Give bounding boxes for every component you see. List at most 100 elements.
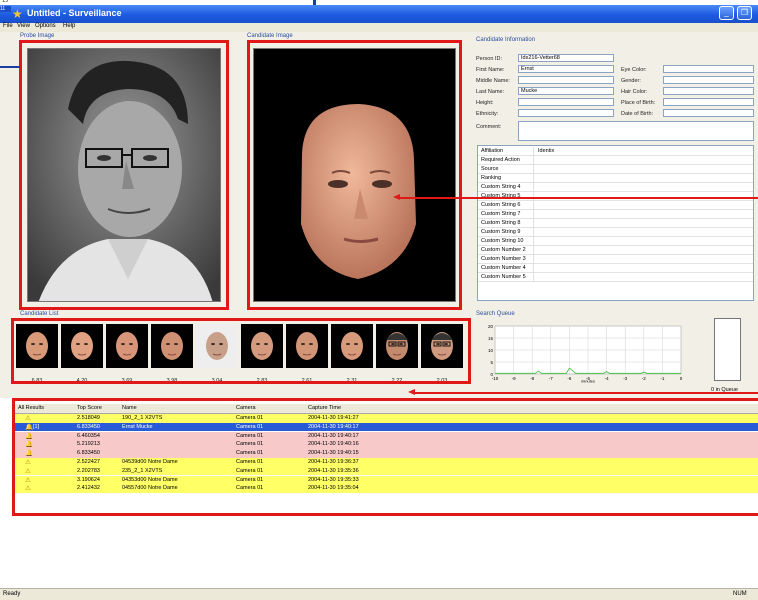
result-row[interactable]: 🔔 5.219213 Camera 01 2004-11-30 19:40:16 <box>14 440 758 449</box>
candidate-thumbnail[interactable] <box>286 324 328 368</box>
result-row[interactable]: 🔔 6.833450 Camera 01 2004-11-30 19:40:15 <box>14 449 758 458</box>
attribute-key: Source <box>481 166 499 172</box>
column-header-all-results[interactable]: All Results <box>18 405 44 411</box>
result-row[interactable]: ⚠ 2.522427 04539d00 Notre Dame Camera 01 200… <box>14 458 758 467</box>
attribute-row[interactable]: Custom String 7 <box>478 210 753 219</box>
result-camera: Camera 01 <box>236 450 264 457</box>
attribute-row[interactable]: Custom String 6 <box>478 201 753 210</box>
result-row[interactable]: ⚠ 2.412432 04557d00 Notre Dame Camera 01 200… <box>14 484 758 493</box>
last-name-field[interactable]: Mucke <box>518 87 614 95</box>
menu-view[interactable]: View <box>17 23 30 29</box>
result-capture-time: 2004-11-30 19:40:17 <box>308 432 359 439</box>
candidate-thumbnail[interactable] <box>376 324 418 368</box>
attribute-key: Ranking <box>481 175 502 181</box>
gender-field[interactable] <box>663 76 754 84</box>
x-tick-label: -9 <box>512 376 516 381</box>
place-of-birth-field[interactable] <box>663 98 754 106</box>
menu-help[interactable]: Help <box>63 23 75 29</box>
attribute-row[interactable]: Affiliation Identix <box>478 147 753 156</box>
candidate-thumbnail[interactable] <box>61 324 103 368</box>
result-name: 04353d00 Notre Dame <box>122 476 178 483</box>
attribute-row[interactable]: Custom Number 3 <box>478 255 753 264</box>
candidate-score: 3.04 <box>211 378 223 384</box>
warning-icon: ⚠ <box>25 459 31 466</box>
eye-color-field[interactable] <box>663 65 754 73</box>
attribute-row[interactable]: Custom Number 2 <box>478 246 753 255</box>
y-tick-label: 20 <box>488 324 494 329</box>
attribute-row[interactable]: Custom Number 5 <box>478 273 753 282</box>
result-score: 5.219213 <box>77 441 100 448</box>
result-row[interactable]: ⚠ 3.190624 04353d00 Notre Dame Camera 01 200… <box>14 475 758 485</box>
num-lock-indicator: NUM <box>733 591 747 597</box>
candidate-image-title: Candidate Image <box>247 33 293 39</box>
hair-color-field[interactable] <box>663 87 754 95</box>
result-row[interactable]: ⚠ 2.518049 190_2_1 X2VTS Camera 01 2004-11-3… <box>14 414 758 423</box>
alarm-bell-icon: 🔔 <box>25 423 34 431</box>
attribute-row[interactable]: Source <box>478 165 753 174</box>
hair-color-label: Hair Color: <box>621 89 648 95</box>
attribute-key: Affiliation <box>481 148 504 154</box>
attribute-row[interactable]: Custom String 8 <box>478 219 753 228</box>
date-of-birth-label: Date of Birth: <box>621 111 654 117</box>
candidate-score: 2.83 <box>256 378 268 384</box>
alarm-bell-icon: 🔔 <box>25 432 34 440</box>
result-row[interactable]: 🔔 6.460354 Camera 01 2004-11-30 19:40:17 <box>14 431 758 441</box>
probe-image <box>27 48 221 302</box>
restore-button[interactable]: ❐ <box>737 6 752 20</box>
attribute-key: Custom String 8 <box>481 220 521 226</box>
x-tick-label: -4 <box>605 376 609 381</box>
attribute-key: Required Action <box>481 157 520 163</box>
x-tick-label: -2 <box>642 376 646 381</box>
candidate-thumbnail[interactable] <box>421 324 463 368</box>
menu-options[interactable]: Options <box>35 23 56 29</box>
result-name: 04557d00 Notre Dame <box>122 485 178 492</box>
result-camera: Camera 01 <box>236 476 264 483</box>
column-header-camera[interactable]: Camera <box>236 405 256 411</box>
alarm-bell-icon: 🔔 <box>25 450 34 458</box>
comment-field[interactable] <box>518 121 754 141</box>
attribute-row[interactable]: Custom String 10 <box>478 237 753 246</box>
first-name-field[interactable]: Ernst <box>518 65 614 73</box>
candidate-thumbnail[interactable] <box>331 324 373 368</box>
column-header-top-score[interactable]: Top Score <box>77 405 102 411</box>
result-id: [1] <box>33 423 40 430</box>
queue-indicator <box>714 318 741 381</box>
result-capture-time: 2004-11-30 19:40:16 <box>308 441 359 448</box>
candidate-thumbnail[interactable] <box>241 324 283 368</box>
candidate-thumbnail[interactable] <box>16 324 58 368</box>
attribute-row[interactable]: Ranking <box>478 174 753 183</box>
ethnicity-field[interactable] <box>518 109 614 117</box>
column-header-name[interactable]: Name <box>122 405 137 411</box>
attribute-value: Identix <box>538 148 555 154</box>
menu-file[interactable]: File <box>3 23 13 29</box>
result-camera: Camera 01 <box>236 432 264 439</box>
attribute-row[interactable]: Custom Number 4 <box>478 264 753 273</box>
result-score: 6.833450 <box>77 450 100 457</box>
candidate-score: 6.83 <box>31 378 43 384</box>
minimize-button[interactable]: _ <box>719 6 734 20</box>
attribute-key: Custom String 10 <box>481 238 524 244</box>
attribute-row[interactable]: Required Action <box>478 156 753 165</box>
warning-icon: ⚠ <box>25 485 31 493</box>
attribute-row[interactable]: Custom String 4 <box>478 183 753 192</box>
result-camera: Camera 01 <box>236 423 264 430</box>
candidate-thumbnail[interactable] <box>196 324 238 368</box>
x-axis-label: minutes <box>581 379 595 384</box>
date-of-birth-field[interactable] <box>663 109 754 117</box>
last-name-label: Last Name: <box>476 89 505 95</box>
results-table: All Results Top Score Name Camera Captur… <box>14 404 758 513</box>
middle-name-field[interactable] <box>518 76 614 84</box>
result-capture-time: 2004-11-30 19:40:17 <box>308 423 359 430</box>
column-header-capture-time[interactable]: Capture Time <box>308 405 341 411</box>
height-field[interactable] <box>518 98 614 106</box>
result-capture-time: 2004-11-30 19:35:04 <box>308 485 359 492</box>
candidate-thumbnail[interactable] <box>106 324 148 368</box>
attribute-row[interactable]: Custom String 9 <box>478 228 753 237</box>
y-tick-label: 5 <box>490 360 493 365</box>
result-row[interactable]: ⚠ 2.202783 235_2_1 X2VTS Camera 01 2004-11-3… <box>14 466 758 476</box>
candidate-thumbnail[interactable] <box>151 324 193 368</box>
person-id-label: Person ID: <box>476 56 502 62</box>
person-id-field[interactable]: Idx216-Vetter68 <box>518 54 614 62</box>
result-row[interactable]: 🔔 [1] 6.833450 Ernst Mucke Camera 01 2004-11-… <box>14 422 758 432</box>
result-name: 04539d00 Notre Dame <box>122 459 178 465</box>
